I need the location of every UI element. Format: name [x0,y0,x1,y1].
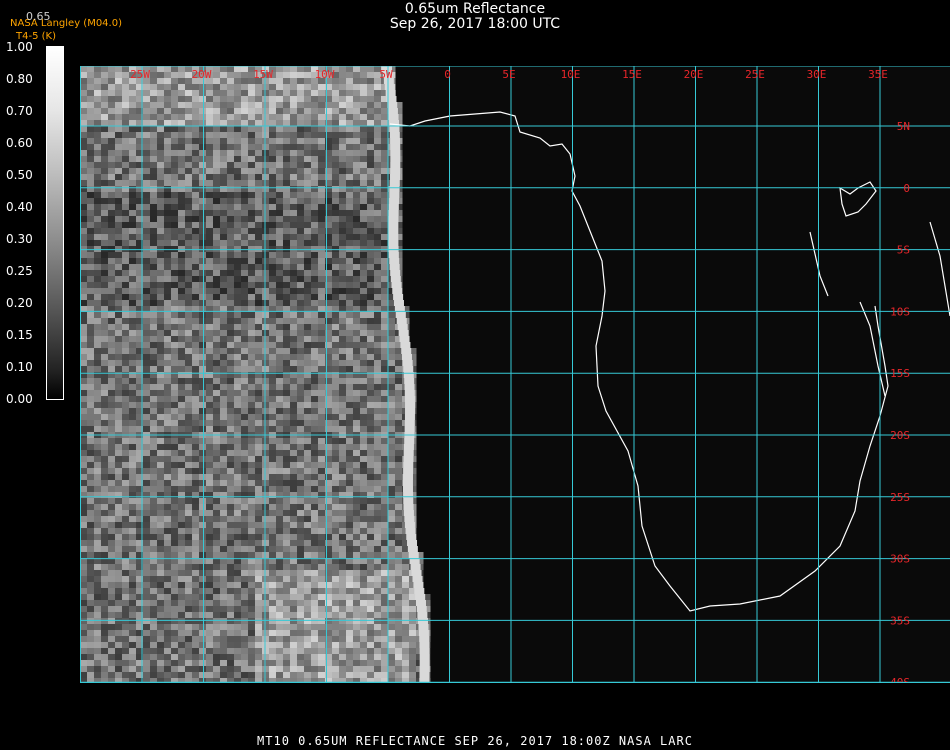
longitude-label: 20W [192,68,212,81]
colorbar [46,46,64,400]
colorbar-tick: 0.00 [6,392,33,406]
title-datetime: Sep 26, 2017 18:00 UTC [389,16,561,32]
longitude-label: 35E [868,68,888,81]
colorbar-tick: 0.10 [6,360,33,374]
longitude-label: 15W [253,68,273,81]
africa-coastline [389,111,889,612]
map-canvas: 25W 20W 15W 10W 5W 0 5E 10E 15E 20E 25E 30E 35E 5N 0 5S… [80,66,950,683]
longitude-label: 20E [684,68,704,81]
colorbar-tick: 0.25 [6,264,33,278]
latitude-label: 5N [897,120,910,133]
colorbar-label: 0.65 [26,10,51,23]
colorbar-tick: 0.40 [6,200,33,214]
latitude-label: 35S [890,614,910,627]
colorbar-tick: 0.70 [6,104,33,118]
colorbar-tick: 0.30 [6,232,33,246]
latitude-label: 10S [890,305,910,318]
colorbar-tick: 0.60 [6,136,33,150]
madagascar-coast [929,221,950,317]
colorbar-tick: 0.20 [6,296,33,310]
longitude-label: 10W [315,68,335,81]
title-product: 0.65um Reflectance [404,1,546,17]
longitude-label: 5E [502,68,515,81]
latitude-label: 15S [890,367,910,380]
colorbar-tick: 0.15 [6,328,33,342]
longitude-label: 30E [807,68,827,81]
colorbar-tick: 0.80 [6,72,33,86]
lake-victoria [839,181,877,217]
longitude-label: 5W [379,68,393,81]
footer-caption: MT10 0.65UM REFLECTANCE SEP 26, 2017 18:… [257,734,693,748]
latitude-label: 5S [897,244,910,257]
lake-malawi [859,301,886,397]
latitude-label: 40S [890,676,910,683]
colorbar-tick: 0.50 [6,168,33,182]
longitude-label: 25W [130,68,150,81]
latitude-label: 30S [890,553,910,566]
map-title: 0.65um Reflectance Sep 26, 2017 18:00 UT… [0,2,950,32]
latitude-label: 20S [890,429,910,442]
longitude-label: 10E [561,68,581,81]
longitude-label: 15E [622,68,642,81]
longitude-label: 0 [444,68,451,81]
latitude-label: 25S [890,491,910,504]
latitude-label: 0 [903,182,910,195]
longitude-label: 25E [745,68,765,81]
cloud-imagery [80,66,431,683]
satellite-map[interactable]: 25W 20W 15W 10W 5W 0 5E 10E 15E 20E 25E 30E 35E 5N 0 5S… [80,66,950,683]
colorbar-tick: 1.00 [6,40,33,54]
